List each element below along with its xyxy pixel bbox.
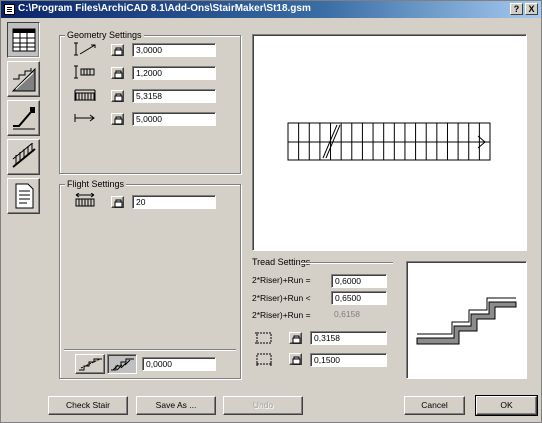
formula-min-field[interactable]: 0,6000 bbox=[331, 274, 387, 288]
lock-icon bbox=[114, 93, 123, 102]
tab-structure[interactable] bbox=[7, 61, 40, 97]
document-icon bbox=[15, 183, 34, 209]
tab-listing[interactable] bbox=[7, 178, 40, 214]
tread-depth-icon bbox=[256, 353, 272, 366]
landing-stair-icon bbox=[79, 358, 102, 371]
landing-toggle-a[interactable] bbox=[75, 354, 105, 374]
floor-stair-icon bbox=[13, 107, 35, 130]
check-stair-button[interactable]: Check Stair bbox=[48, 396, 128, 415]
arrow-length-field[interactable]: 5,0000 bbox=[132, 112, 216, 126]
flight-divider bbox=[64, 349, 236, 351]
help-button[interactable]: ? bbox=[510, 3, 523, 15]
tab-floor[interactable] bbox=[7, 100, 40, 136]
length-icon bbox=[74, 89, 96, 101]
lock-icon bbox=[292, 356, 301, 365]
height-icon bbox=[74, 42, 96, 56]
plan-preview bbox=[252, 34, 527, 251]
lock-icon bbox=[114, 47, 123, 56]
steps-count-field[interactable]: 20 bbox=[132, 195, 216, 209]
formula-result-field: 0,6158 bbox=[331, 308, 387, 322]
save-as-button[interactable]: Save As ... bbox=[136, 396, 216, 415]
lock-icon bbox=[114, 116, 123, 125]
window-title: C:\Program Files\ArchiCAD 8.1\Add-Ons\St… bbox=[18, 3, 311, 14]
tread-field[interactable]: 0,1500 bbox=[310, 353, 387, 367]
width-field[interactable]: 1,2000 bbox=[132, 66, 216, 80]
geometry-settings-label: Geometry Settings bbox=[65, 30, 144, 40]
formula-label-2: 2*Riser)+Run < bbox=[252, 293, 311, 303]
railing-icon bbox=[12, 143, 36, 168]
close-button[interactable]: X bbox=[525, 3, 538, 15]
tab-geometry[interactable] bbox=[7, 22, 40, 58]
stairmaker-dialog: C:\Program Files\ArchiCAD 8.1\Add-Ons\St… bbox=[0, 0, 542, 423]
width-icon bbox=[74, 65, 95, 79]
lock-arrow-button[interactable] bbox=[111, 113, 124, 125]
lock-steps-button[interactable] bbox=[111, 196, 124, 208]
ok-button[interactable]: OK bbox=[475, 395, 538, 416]
lock-length-button[interactable] bbox=[111, 90, 124, 102]
lock-icon bbox=[114, 199, 123, 208]
steps-count-icon bbox=[75, 193, 95, 207]
undo-button[interactable]: Undo bbox=[223, 396, 303, 415]
stair-structure-icon bbox=[11, 67, 36, 92]
flight-settings-label: Flight Settings bbox=[65, 179, 127, 189]
riser-height-icon bbox=[255, 332, 272, 344]
lock-height-button[interactable] bbox=[111, 44, 124, 56]
formula-label-3: 2*Riser)+Run = bbox=[252, 310, 311, 320]
formula-label-1: 2*Riser)+Run = bbox=[252, 275, 311, 285]
landing-offset-field[interactable]: 0,0000 bbox=[142, 357, 216, 371]
formula-max-field[interactable]: 0,6500 bbox=[331, 291, 387, 305]
lock-icon bbox=[114, 70, 123, 79]
landing-toggle-b[interactable] bbox=[107, 354, 137, 374]
height-field[interactable]: 3,0000 bbox=[132, 43, 216, 57]
lock-width-button[interactable] bbox=[111, 67, 124, 79]
title-bar: C:\Program Files\ArchiCAD 8.1\Add-Ons\St… bbox=[1, 1, 541, 18]
arrow-length-icon bbox=[74, 114, 95, 122]
length-field[interactable]: 5,3158 bbox=[132, 89, 216, 103]
lock-icon bbox=[292, 335, 301, 344]
grid-icon bbox=[12, 28, 36, 52]
riser-field[interactable]: 0,3158 bbox=[310, 331, 387, 345]
window-icon bbox=[4, 4, 15, 15]
stair-plan-drawing bbox=[287, 122, 491, 161]
tread-divider bbox=[301, 262, 393, 264]
hatched-stair-icon bbox=[111, 358, 134, 371]
tab-railing[interactable] bbox=[7, 139, 40, 175]
stair-section-drawing bbox=[416, 297, 517, 345]
lock-tread-button[interactable] bbox=[289, 353, 302, 365]
lock-riser-button[interactable] bbox=[289, 332, 302, 344]
cancel-button[interactable]: Cancel bbox=[404, 396, 465, 415]
section-preview bbox=[406, 261, 527, 379]
